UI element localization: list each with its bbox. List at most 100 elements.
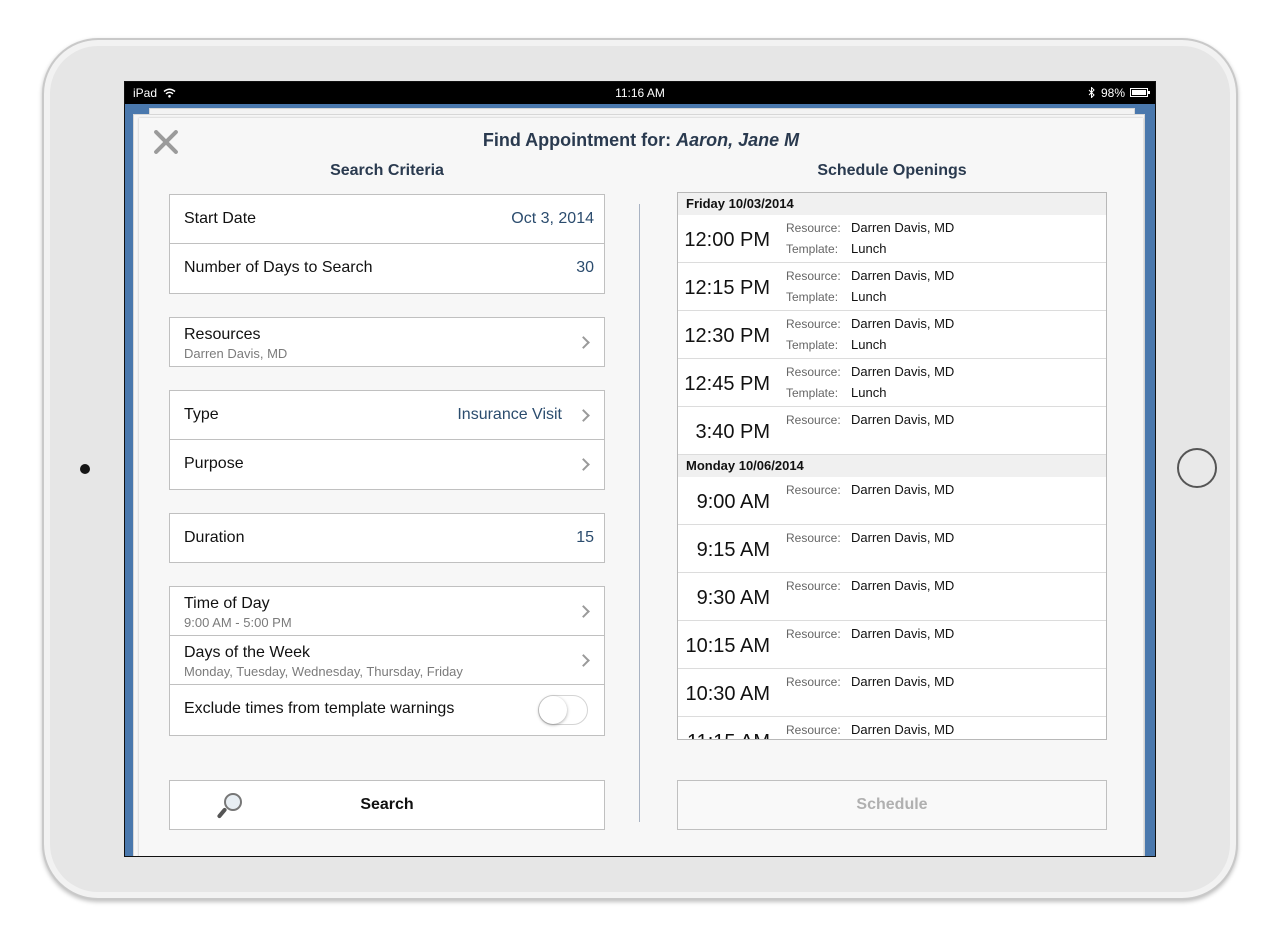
exclude-warnings-row: Exclude times from template warnings	[170, 685, 604, 734]
opening-slot[interactable]: 9:15 AM Resource: Darren Davis, MD	[678, 525, 1106, 573]
magnifier-icon	[216, 793, 242, 821]
slot-time: 9:00 AM	[696, 491, 770, 513]
resource-value: Darren Davis, MD	[851, 482, 955, 497]
opening-slot[interactable]: 9:00 AM Resource: Darren Davis, MD	[678, 477, 1106, 525]
column-divider	[639, 204, 640, 822]
status-time: 11:16 AM	[615, 86, 665, 100]
schedule-button-label: Schedule	[856, 796, 928, 813]
template-label: Template:	[786, 242, 839, 256]
template-label: Template:	[786, 386, 839, 400]
resource-value: Darren Davis, MD	[851, 268, 955, 283]
type-label: Type	[184, 406, 219, 423]
home-button[interactable]	[1177, 448, 1217, 488]
resource-label: Resource:	[786, 221, 841, 235]
chevron-right-icon	[577, 654, 590, 667]
opening-slot[interactable]: 3:40 PM Resource: Darren Davis, MD	[678, 407, 1106, 455]
resources-row[interactable]: Resources Darren Davis, MD	[170, 318, 604, 367]
template-value: Lunch	[851, 241, 887, 256]
slot-time: 12:15 PM	[684, 277, 770, 299]
resources-group: Resources Darren Davis, MD	[169, 317, 605, 367]
resource-value: Darren Davis, MD	[851, 530, 955, 545]
resource-value: Darren Davis, MD	[851, 220, 955, 235]
duration-label: Duration	[184, 529, 245, 546]
resource-label: Resource:	[786, 723, 841, 737]
template-label: Template:	[786, 290, 839, 304]
opening-slot[interactable]: 12:45 PM Resource: Darren Davis, MD Templat…	[678, 359, 1106, 407]
resource-label: Resource:	[786, 413, 841, 427]
opening-slot[interactable]: 9:30 AM Resource: Darren Davis, MD	[678, 573, 1106, 621]
purpose-label: Purpose	[184, 455, 244, 472]
time-filters-group: Time of Day 9:00 AM - 5:00 PM Days of th…	[169, 586, 605, 736]
battery-fill	[1132, 90, 1146, 95]
slot-time: 12:45 PM	[684, 373, 770, 395]
patient-name: Aaron, Jane M	[676, 130, 800, 150]
start-date-value: Oct 3, 2014	[511, 210, 594, 227]
purpose-row[interactable]: Purpose	[170, 440, 604, 489]
time-of-day-label: Time of Day	[184, 595, 270, 612]
resource-label: Resource:	[786, 365, 841, 379]
search-button-label: Search	[360, 796, 414, 813]
slot-time: 10:15 AM	[685, 635, 770, 657]
slot-time: 11:15 AM	[687, 731, 770, 739]
template-value: Lunch	[851, 337, 887, 352]
type-purpose-group: Type Insurance Visit Purpose	[169, 390, 605, 490]
chevron-right-icon	[577, 605, 590, 618]
resource-value: Darren Davis, MD	[851, 316, 955, 331]
resources-value: Darren Davis, MD	[184, 346, 288, 361]
status-bar: iPad 11:16 AM 98%	[125, 82, 1155, 104]
template-value: Lunch	[851, 385, 887, 400]
opening-slot[interactable]: 10:15 AM Resource: Darren Davis, MD	[678, 621, 1106, 669]
day-header: Monday 10/06/2014	[678, 455, 1106, 477]
days-of-week-row[interactable]: Days of the Week Monday, Tuesday, Wednes…	[170, 636, 604, 685]
search-button[interactable]: Search	[169, 780, 605, 830]
template-value: Lunch	[851, 289, 887, 304]
days-to-search-label: Number of Days to Search	[184, 259, 373, 276]
resources-label: Resources	[184, 326, 261, 343]
schedule-openings-heading: Schedule Openings	[817, 162, 967, 179]
resource-label: Resource:	[786, 483, 841, 497]
days-to-search-row[interactable]: Number of Days to Search 30	[170, 244, 604, 293]
title-prefix: Find Appointment for:	[482, 130, 677, 150]
time-of-day-value: 9:00 AM - 5:00 PM	[184, 615, 292, 630]
resource-value: Darren Davis, MD	[851, 722, 955, 737]
type-value: Insurance Visit	[457, 406, 562, 423]
days-of-week-value: Monday, Tuesday, Wednesday, Thursday, Fr…	[184, 664, 463, 679]
days-to-search-value: 30	[576, 259, 594, 276]
chevron-right-icon	[577, 409, 590, 422]
day-header: Friday 10/03/2014	[678, 193, 1106, 215]
toggle-knob	[539, 696, 567, 724]
status-right: 98%	[1088, 86, 1125, 100]
type-row[interactable]: Type Insurance Visit	[170, 391, 604, 440]
duration-row[interactable]: Duration 15	[170, 514, 604, 563]
find-appointment-modal: Find Appointment for: Aaron, Jane M Sear…	[139, 118, 1143, 856]
resource-label: Resource:	[786, 531, 841, 545]
slot-time: 3:40 PM	[695, 421, 770, 443]
opening-slot[interactable]: 12:15 PM Resource: Darren Davis, MD Templat…	[678, 263, 1106, 311]
resource-value: Darren Davis, MD	[851, 626, 955, 641]
modal-title: Find Appointment for: Aaron, Jane M	[139, 130, 1143, 151]
start-date-row[interactable]: Start Date Oct 3, 2014	[170, 195, 604, 244]
resource-label: Resource:	[786, 627, 841, 641]
resource-value: Darren Davis, MD	[851, 412, 955, 427]
battery-icon	[1130, 88, 1150, 97]
duration-value: 15	[576, 529, 594, 546]
opening-slot[interactable]: 12:00 PM Resource: Darren Davis, MD Templat…	[678, 215, 1106, 263]
slot-time: 9:30 AM	[696, 587, 770, 609]
slot-time: 10:30 AM	[685, 683, 770, 705]
schedule-button[interactable]: Schedule	[677, 780, 1107, 830]
time-of-day-row[interactable]: Time of Day 9:00 AM - 5:00 PM	[170, 587, 604, 636]
chevron-right-icon	[577, 336, 590, 349]
slot-time: 12:00 PM	[684, 229, 770, 251]
opening-slot[interactable]: 12:30 PM Resource: Darren Davis, MD Templat…	[678, 311, 1106, 359]
schedule-openings-list[interactable]: Friday 10/03/2014 12:00 PM Resource: Darren…	[677, 192, 1107, 740]
resource-label: Resource:	[786, 269, 841, 283]
opening-slot[interactable]: 10:30 AM Resource: Darren Davis, MD	[678, 669, 1106, 717]
resource-value: Darren Davis, MD	[851, 578, 955, 593]
slot-time: 9:15 AM	[696, 539, 770, 561]
resource-value: Darren Davis, MD	[851, 364, 955, 379]
exclude-warnings-toggle[interactable]	[538, 695, 588, 725]
opening-slot[interactable]: 11:15 AM Resource: Darren Davis, MD	[678, 717, 1106, 739]
exclude-warnings-label: Exclude times from template warnings	[184, 700, 455, 717]
resource-label: Resource:	[786, 579, 841, 593]
slot-time: 12:30 PM	[684, 325, 770, 347]
